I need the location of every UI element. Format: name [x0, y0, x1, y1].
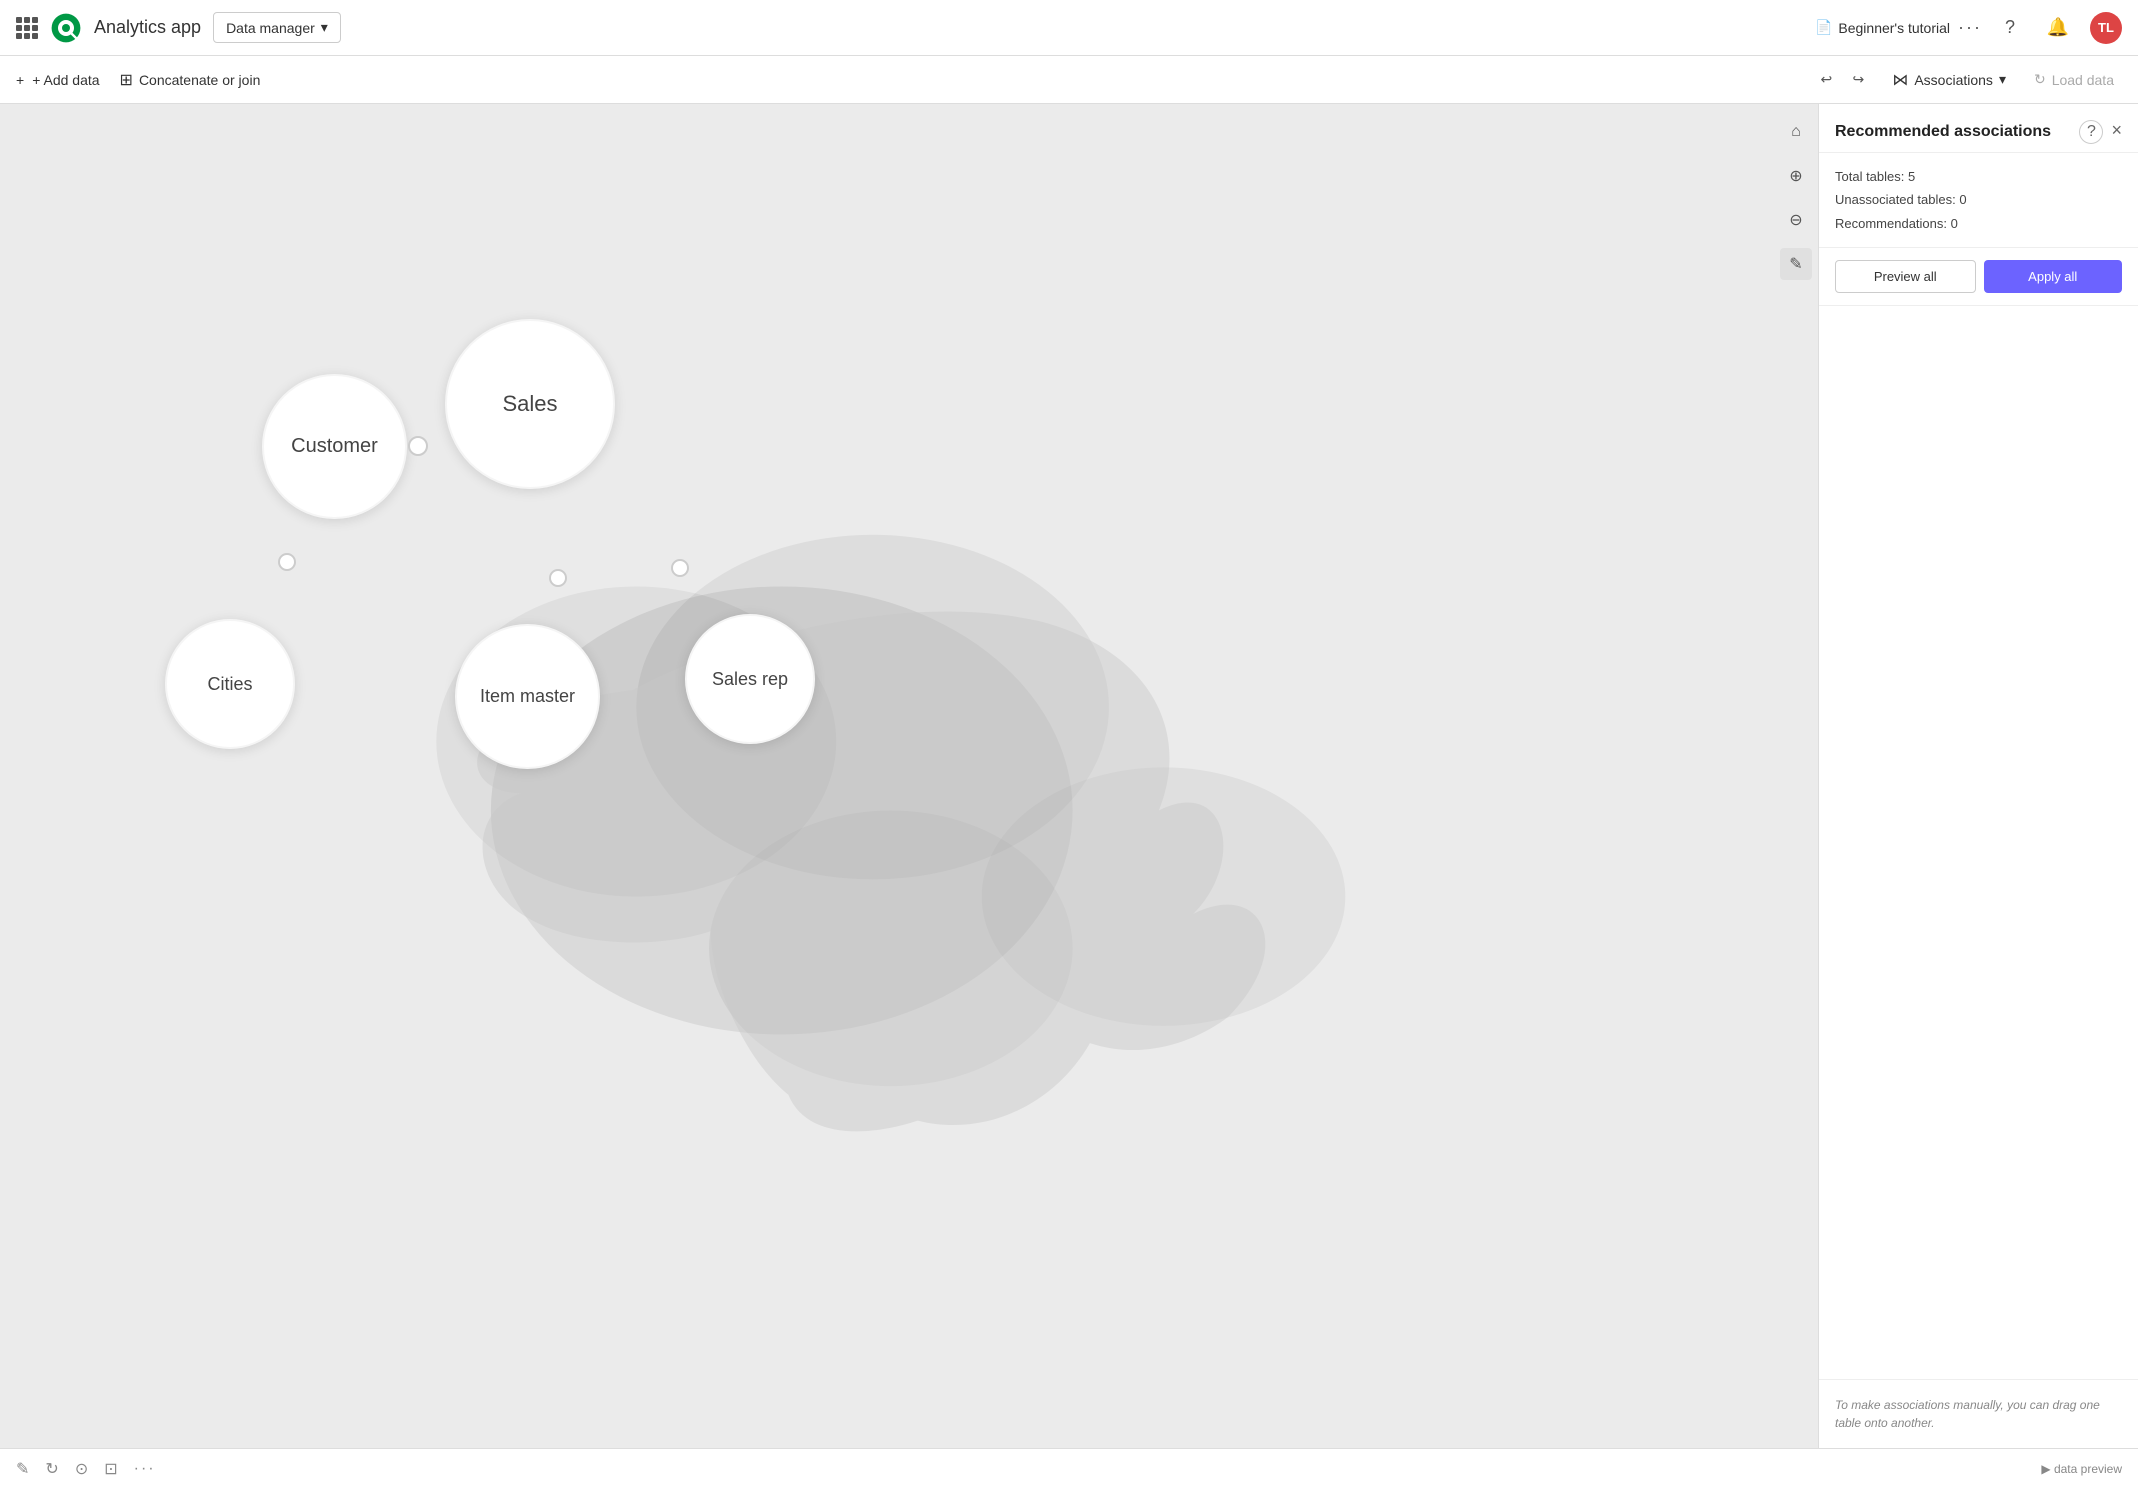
total-tables-value: 5 — [1908, 169, 1915, 184]
home-button[interactable]: ⌂ — [1780, 116, 1812, 148]
load-data-button[interactable]: ↻ Load data — [2026, 67, 2122, 92]
associations-dropdown-icon: ▾ — [1999, 71, 2006, 88]
node-sales-label: Sales — [502, 391, 557, 417]
subtoolbar-right: ↩ ↪ ⋈ Associations ▾ ↻ Load data — [1812, 66, 2122, 94]
apply-all-button[interactable]: Apply all — [1984, 260, 2123, 293]
topbar-center: 📄 Beginner's tutorial ··· — [1815, 17, 1982, 38]
add-data-label: + Add data — [32, 72, 99, 88]
node-customer[interactable]: Customer — [262, 374, 407, 519]
undo-button[interactable]: ↩ — [1812, 66, 1840, 94]
associations-button[interactable]: ⋈ Associations ▾ — [1884, 66, 2014, 94]
bottom-circle-icon[interactable]: ⊙ — [75, 1459, 88, 1479]
right-panel: Recommended associations ? × Total table… — [1818, 104, 2138, 1448]
panel-footer: To make associations manually, you can d… — [1819, 1379, 2138, 1448]
bottom-grid-icon[interactable]: ⊡ — [104, 1459, 117, 1479]
qlik-logo — [50, 12, 82, 44]
panel-header: Recommended associations ? × — [1819, 104, 2138, 153]
add-data-button[interactable]: + + Add data — [16, 68, 100, 92]
associations-icon: ⋈ — [1892, 70, 1908, 90]
avatar[interactable]: TL — [2090, 12, 2122, 44]
concatenate-label: Concatenate or join — [139, 72, 260, 88]
side-toolbar: ⌂ ⊕ ⊖ ✎ — [1774, 104, 1818, 1448]
node-cities[interactable]: Cities — [165, 619, 295, 749]
preview-all-button[interactable]: Preview all — [1835, 260, 1976, 293]
total-tables-label: Total tables: — [1835, 169, 1904, 184]
topbar-left: Analytics app Data manager ▾ — [16, 12, 1803, 44]
load-data-icon: ↻ — [2034, 71, 2046, 88]
unassociated-value: 0 — [1959, 192, 1966, 207]
connector-2 — [278, 553, 296, 571]
node-sales-rep[interactable]: Sales rep — [685, 614, 815, 744]
redo-button[interactable]: ↪ — [1844, 66, 1872, 94]
topbar-right: ? 🔔 TL — [1994, 12, 2122, 44]
bottom-icons: ✎ ↻ ⊙ ⊡ ··· — [16, 1459, 156, 1479]
main-layout: Sales Customer Cities Item master Sales … — [0, 104, 2138, 1448]
bottom-more-icon[interactable]: ··· — [134, 1460, 156, 1478]
node-cities-label: Cities — [207, 674, 252, 695]
dropdown-chevron-icon: ▾ — [321, 19, 328, 36]
subtoolbar-left: + + Add data ⊞ Concatenate or join — [16, 66, 1792, 94]
pencil-button[interactable]: ✎ — [1780, 248, 1812, 280]
apps-grid-icon[interactable] — [16, 17, 38, 39]
connector-3 — [549, 569, 567, 587]
topbar: Analytics app Data manager ▾ 📄 Beginner'… — [0, 0, 2138, 56]
node-sales-rep-label: Sales rep — [712, 669, 788, 690]
bottom-bar: ✎ ↻ ⊙ ⊡ ··· ▶ data preview — [0, 1448, 2138, 1488]
zoom-out-button[interactable]: ⊖ — [1780, 204, 1812, 236]
associations-label: Associations — [1914, 72, 1993, 88]
connector-1 — [408, 436, 428, 456]
concatenate-join-button[interactable]: ⊞ Concatenate or join — [120, 66, 261, 94]
panel-close-icon[interactable]: × — [2111, 120, 2122, 144]
total-tables-stat: Total tables: 5 — [1835, 165, 2122, 188]
panel-header-icons: ? × — [2079, 120, 2122, 144]
unassociated-stat: Unassociated tables: 0 — [1835, 188, 2122, 211]
bottom-edit-icon[interactable]: ✎ — [16, 1459, 29, 1479]
add-icon: + — [16, 72, 24, 88]
undo-redo-group: ↩ ↪ — [1812, 66, 1872, 94]
concatenate-icon: ⊞ — [120, 70, 133, 90]
recommendations-label: Recommendations: — [1835, 216, 1947, 231]
connector-4 — [671, 559, 689, 577]
notifications-icon[interactable]: 🔔 — [2042, 12, 2074, 44]
node-item-master[interactable]: Item master — [455, 624, 600, 769]
recommendations-stat: Recommendations: 0 — [1835, 212, 2122, 235]
bottom-refresh-icon[interactable]: ↻ — [45, 1459, 58, 1479]
panel-footer-text: To make associations manually, you can d… — [1835, 1398, 2100, 1430]
unassociated-label: Unassociated tables: — [1835, 192, 1956, 207]
canvas[interactable]: Sales Customer Cities Item master Sales … — [0, 104, 1818, 1448]
tutorial-button[interactable]: 📄 Beginner's tutorial — [1815, 19, 1950, 36]
load-data-label: Load data — [2052, 72, 2114, 88]
panel-title: Recommended associations — [1835, 123, 2051, 141]
app-title: Analytics app — [94, 17, 201, 38]
data-manager-label: Data manager — [226, 20, 315, 36]
data-preview-button[interactable]: ▶ data preview — [2041, 1462, 2122, 1476]
data-manager-dropdown[interactable]: Data manager ▾ — [213, 12, 341, 43]
node-item-master-label: Item master — [480, 686, 575, 707]
subtoolbar: + + Add data ⊞ Concatenate or join ↩ ↪ ⋈… — [0, 56, 2138, 104]
panel-actions: Preview all Apply all — [1819, 248, 2138, 306]
tutorial-label: Beginner's tutorial — [1838, 20, 1950, 36]
panel-stats: Total tables: 5 Unassociated tables: 0 R… — [1819, 153, 2138, 248]
help-icon[interactable]: ? — [1994, 12, 2026, 44]
zoom-in-button[interactable]: ⊕ — [1780, 160, 1812, 192]
node-sales[interactable]: Sales — [445, 319, 615, 489]
node-customer-label: Customer — [291, 435, 378, 458]
more-options-icon[interactable]: ··· — [1958, 17, 1982, 38]
panel-help-icon[interactable]: ? — [2079, 120, 2103, 144]
recommendations-value: 0 — [1951, 216, 1958, 231]
